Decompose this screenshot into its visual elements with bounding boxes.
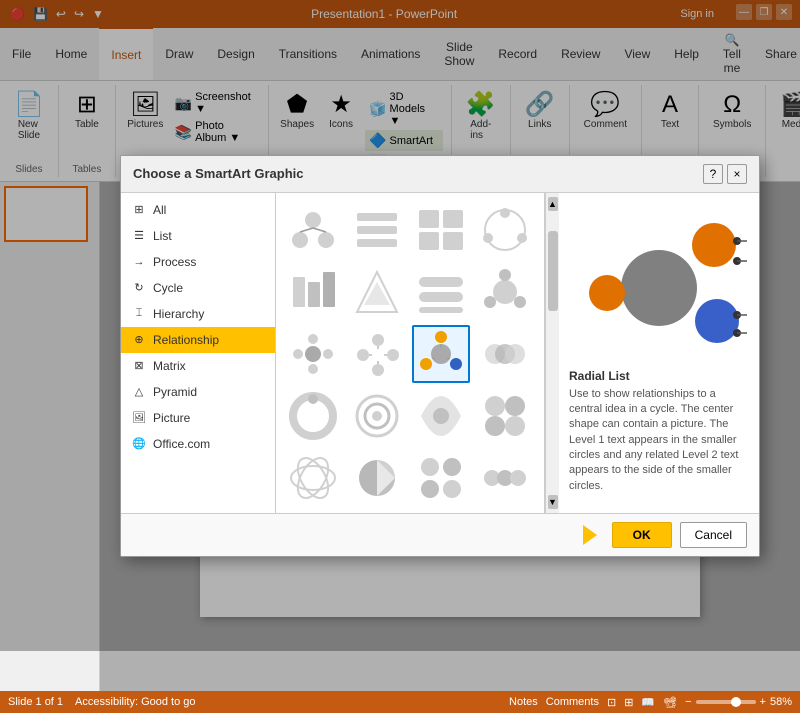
view-normal-icon[interactable]: ⊡ [607, 696, 616, 709]
dialog-ok-button[interactable]: OK [612, 522, 672, 548]
smartart-item-1[interactable] [284, 201, 342, 259]
smartart-item-3[interactable] [412, 201, 470, 259]
zoom-level[interactable]: 58% [770, 696, 792, 708]
office-icon: 🌐 [131, 436, 147, 452]
smartart-item-20[interactable] [476, 449, 534, 507]
dialog-footer: OK Cancel [121, 513, 759, 556]
smartart-item-10[interactable] [348, 325, 406, 383]
category-cycle[interactable]: ↻ Cycle [121, 275, 275, 301]
preview-title: Radial List [569, 369, 749, 383]
smartart-item-11-radial-list[interactable] [412, 325, 470, 383]
dialog-close-button[interactable]: × [727, 164, 747, 184]
status-bar-left: Slide 1 of 1 Accessibility: Good to go [8, 696, 196, 708]
comments-button[interactable]: Comments [546, 696, 599, 708]
smartart-grid-area [276, 193, 545, 513]
dialog-body: ⊞ All ☰ List → Process ↻ Cycle ⌶ Hiera [121, 193, 759, 513]
matrix-icon: ⊠ [131, 358, 147, 374]
process-icon: → [131, 254, 147, 270]
scrollbar-thumb[interactable] [548, 231, 558, 311]
view-reading-icon[interactable]: 📖 [641, 696, 655, 709]
status-bar: Slide 1 of 1 Accessibility: Good to go N… [0, 691, 800, 713]
dialog-title-buttons: ? × [703, 164, 747, 184]
slide-info: Slide 1 of 1 [8, 696, 63, 708]
dialog-title-bar: Choose a SmartArt Graphic ? × [121, 156, 759, 193]
pyramid-icon: △ [131, 384, 147, 400]
dialog-title-text: Choose a SmartArt Graphic [133, 166, 304, 181]
smartart-item-15[interactable] [412, 387, 470, 445]
radial-list-preview-svg [569, 203, 749, 363]
category-matrix[interactable]: ⊠ Matrix [121, 353, 275, 379]
smartart-item-17[interactable] [284, 449, 342, 507]
smartart-item-13[interactable] [284, 387, 342, 445]
hierarchy-icon: ⌶ [131, 306, 147, 322]
picture-icon: 🖼 [131, 410, 147, 426]
category-all[interactable]: ⊞ All [121, 197, 275, 223]
view-slide-sorter-icon[interactable]: ⊞ [624, 696, 633, 709]
preview-graphic [569, 203, 749, 363]
all-icon: ⊞ [131, 202, 147, 218]
smartart-grid [276, 193, 544, 513]
accessibility-status: Accessibility: Good to go [75, 696, 195, 708]
smartart-item-6[interactable] [348, 263, 406, 321]
list-icon: ☰ [131, 228, 147, 244]
smartart-item-5[interactable] [284, 263, 342, 321]
status-bar-right: Notes Comments ⊡ ⊞ 📖 📽 − + 58% [509, 696, 792, 709]
zoom-control: − + 58% [685, 696, 792, 708]
zoom-slider[interactable] [696, 700, 756, 704]
smartart-item-14[interactable] [348, 387, 406, 445]
smartart-item-18[interactable] [348, 449, 406, 507]
cycle-icon: ↻ [131, 280, 147, 296]
smartart-item-4[interactable] [476, 201, 534, 259]
category-relationship[interactable]: ⊕ Relationship [121, 327, 275, 353]
smartart-item-9[interactable] [284, 325, 342, 383]
smartart-item-8[interactable] [476, 263, 534, 321]
dialog-cancel-button[interactable]: Cancel [680, 522, 747, 548]
smartart-item-7[interactable] [412, 263, 470, 321]
smartart-item-12[interactable] [476, 325, 534, 383]
dialog-help-button[interactable]: ? [703, 164, 723, 184]
relationship-icon: ⊕ [131, 332, 147, 348]
category-list: ⊞ All ☰ List → Process ↻ Cycle ⌶ Hiera [121, 193, 276, 513]
category-process[interactable]: → Process [121, 249, 275, 275]
category-pyramid[interactable]: △ Pyramid [121, 379, 275, 405]
modal-overlay: Choose a SmartArt Graphic ? × ⊞ All ☰ Li… [0, 0, 800, 651]
preview-area: Radial List Use to show relationships to… [559, 193, 759, 513]
zoom-in-icon[interactable]: + [760, 696, 766, 708]
smartart-item-16[interactable] [476, 387, 534, 445]
smartart-dialog: Choose a SmartArt Graphic ? × ⊞ All ☰ Li… [120, 155, 760, 557]
zoom-thumb [731, 697, 741, 707]
category-office[interactable]: 🌐 Office.com [121, 431, 275, 457]
zoom-out-icon[interactable]: − [685, 696, 691, 708]
preview-description: Use to show relationships to a central i… [569, 387, 749, 495]
smartart-item-19[interactable] [412, 449, 470, 507]
smartart-item-2[interactable] [348, 201, 406, 259]
dialog-scrollbar[interactable]: ▲ ▼ [545, 193, 559, 513]
view-presenter-icon[interactable]: 📽 [663, 696, 677, 709]
category-picture[interactable]: 🖼 Picture [121, 405, 275, 431]
category-hierarchy[interactable]: ⌶ Hierarchy [121, 301, 275, 327]
notes-button[interactable]: Notes [509, 696, 538, 708]
category-list[interactable]: ☰ List [121, 223, 275, 249]
